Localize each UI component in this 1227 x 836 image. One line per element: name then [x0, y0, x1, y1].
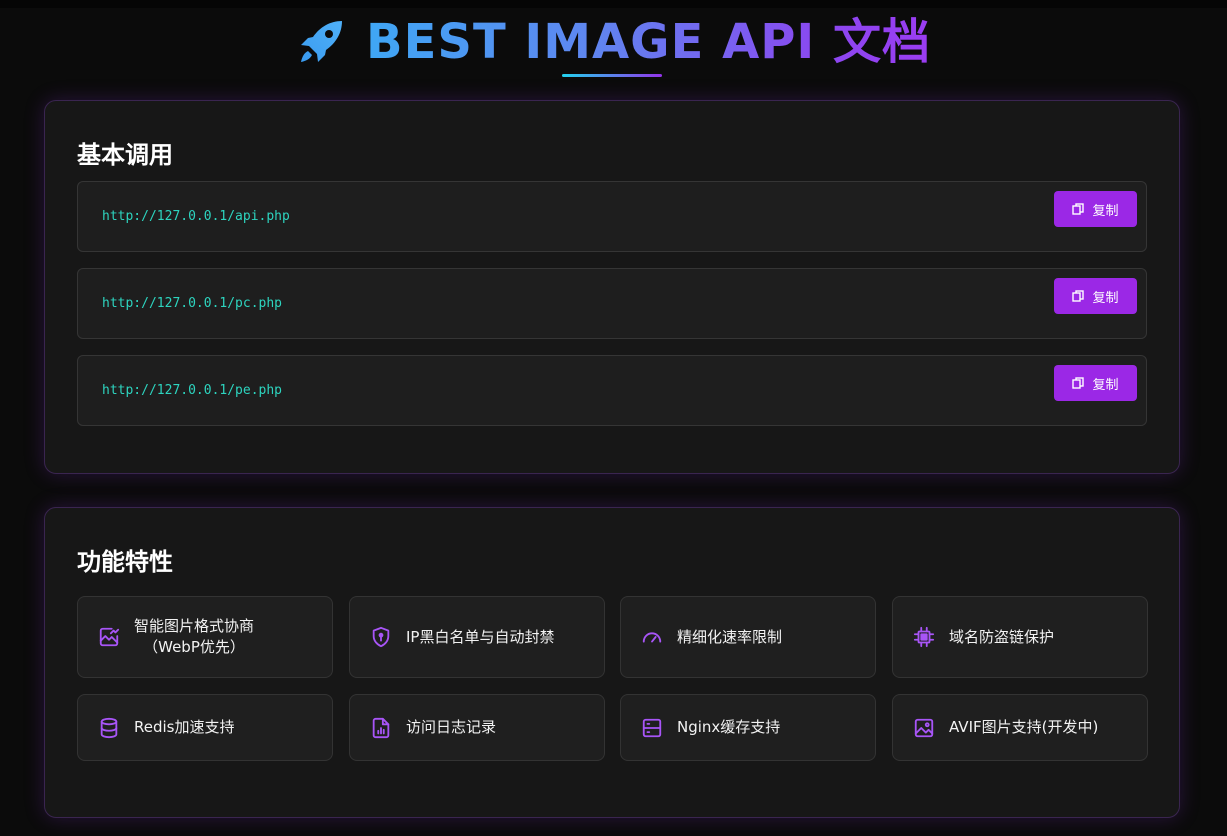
gauge-icon [642, 632, 662, 643]
copy-button[interactable]: 复制 [1054, 278, 1137, 314]
copy-button[interactable]: 复制 [1054, 191, 1137, 227]
title-underline [562, 74, 662, 77]
api-row: http://127.0.0.1/api.php 复制 [77, 181, 1147, 252]
top-strip [0, 0, 1227, 8]
feature-item: 智能图片格式协商 （WebP优先） [77, 596, 333, 678]
feature-item: 精细化速率限制 [620, 596, 876, 678]
feature-label: 智能图片格式协商 （WebP优先） [134, 616, 254, 658]
basic-usage-card: 基本调用 http://127.0.0.1/api.php 复制 http://… [44, 100, 1180, 474]
copy-label: 复制 [1092, 376, 1119, 392]
feature-item: 访问日志记录 [349, 694, 605, 761]
copy-icon [1072, 203, 1085, 215]
api-row: http://127.0.0.1/pc.php 复制 [77, 268, 1147, 339]
chip-icon [913, 626, 935, 648]
feature-label: 访问日志记录 [406, 718, 497, 736]
feature-label: AVIF图片支持(开发中) [949, 718, 1099, 736]
basic-usage-title: 基本调用 [77, 141, 173, 169]
copy-label: 复制 [1092, 289, 1119, 305]
image-chart-icon [99, 627, 120, 647]
feature-label: 域名防盗链保护 [949, 627, 1055, 646]
feature-label: IP黑白名单与自动封禁 [406, 627, 555, 646]
report-icon [372, 717, 390, 738]
api-row: http://127.0.0.1/pe.php 复制 [77, 355, 1147, 426]
page-header: BEST IMAGE API 文档 [0, 8, 1227, 88]
feature-label: Nginx缓存支持 [677, 718, 781, 736]
api-url: http://127.0.0.1/pc.php [102, 296, 283, 311]
shield-lock-icon [372, 626, 390, 648]
feature-label-line2: （WebP优先） [143, 638, 245, 656]
api-url: http://127.0.0.1/api.php [102, 209, 290, 224]
feature-label: Redis加速支持 [134, 718, 235, 736]
feature-label-line1: 智能图片格式协商 [134, 617, 255, 635]
image-icon [914, 718, 934, 737]
api-url: http://127.0.0.1/pe.php [102, 383, 283, 398]
copy-icon [1072, 290, 1085, 302]
page-title: BEST IMAGE API 文档 [366, 14, 931, 70]
feature-item: AVIF图片支持(开发中) [892, 694, 1148, 761]
feature-label: 精细化速率限制 [677, 627, 783, 646]
feature-item: Redis加速支持 [77, 694, 333, 761]
title-row: BEST IMAGE API 文档 [0, 12, 1227, 72]
feature-item: Nginx缓存支持 [620, 694, 876, 761]
copy-button[interactable]: 复制 [1054, 365, 1137, 401]
feature-item: 域名防盗链保护 [892, 596, 1148, 678]
feature-item: IP黑白名单与自动封禁 [349, 596, 605, 678]
copy-icon [1072, 377, 1085, 389]
copy-label: 复制 [1092, 202, 1119, 218]
server-icon [642, 718, 662, 737]
features-card: 功能特性 智能图片格式协商 （WebP优先） IP黑白名单与自动封禁 精细化速率… [44, 507, 1180, 818]
database-icon [100, 717, 118, 738]
features-title: 功能特性 [77, 548, 173, 576]
rocket-icon [301, 21, 342, 62]
